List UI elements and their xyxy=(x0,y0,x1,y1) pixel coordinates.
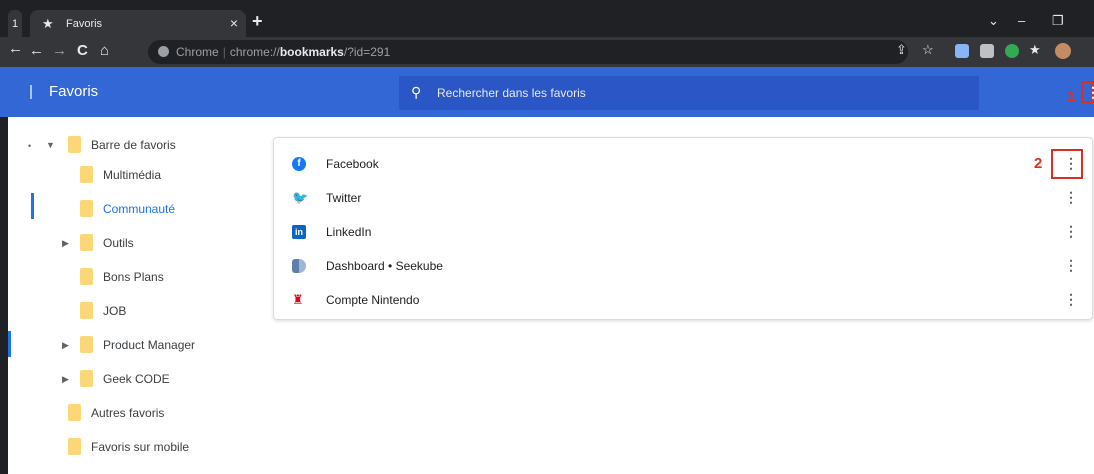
folder-icon xyxy=(68,404,81,421)
restore-button[interactable]: ❐ xyxy=(1052,13,1064,29)
folder-icon xyxy=(68,136,81,153)
bookmark-label: Compte Nintendo xyxy=(326,293,420,307)
bookmarks-header: Favoris ⚲ Rechercher dans les favoris 1 … xyxy=(0,67,1094,117)
puzzle-icon[interactable]: ★ xyxy=(1029,42,1041,58)
back-icon[interactable]: ← xyxy=(29,42,44,59)
tree-item-label: Communauté xyxy=(103,202,176,216)
home-button[interactable]: ⌂ xyxy=(100,42,109,59)
minimize-button[interactable]: – xyxy=(1018,13,1025,28)
search-icon: ⚲ xyxy=(411,84,422,100)
list-item[interactable]: f Facebook 2 ⋮ xyxy=(274,147,1094,181)
more-vert-icon[interactable]: ⋮ xyxy=(1064,291,1078,308)
bookmark-label: LinkedIn xyxy=(326,225,372,239)
bookmark-label: Twitter xyxy=(326,191,362,205)
more-vert-icon[interactable]: ⋮ xyxy=(1064,257,1078,274)
extension-icon[interactable] xyxy=(955,44,969,58)
folder-icon xyxy=(68,438,81,455)
list-item[interactable]: ♜ Compte Nintendo ⋮ xyxy=(274,283,1094,317)
toolbar: ← ← → C ⌂ Chrome | chrome://bookmarks/?id=… xyxy=(0,37,1094,67)
edge-indicator xyxy=(8,331,11,357)
back-button[interactable]: ← xyxy=(8,40,23,57)
new-tab-button[interactable]: + xyxy=(252,11,263,32)
list-item[interactable]: 🐦 Twitter ⋮ xyxy=(274,181,1094,215)
folder-icon xyxy=(80,234,93,251)
share-icon[interactable]: ⇪ xyxy=(896,42,907,58)
forward-button[interactable]: → xyxy=(52,42,67,59)
url-text: Chrome | chrome://bookmarks/?id=291 xyxy=(176,45,391,59)
extension-icon[interactable] xyxy=(1005,44,1019,58)
bookmarks-content: • ▼ Barre de favoris Multimédia Communau… xyxy=(0,117,1094,474)
chevron-right-icon[interactable]: ▶ xyxy=(62,238,69,249)
tab-strip: 1 ★ Favoris × + ⌄ – ❐ xyxy=(0,7,1094,39)
list-item[interactable]: in LinkedIn ⋮ xyxy=(274,215,1094,249)
left-edge xyxy=(0,117,8,474)
linkedin-icon: in xyxy=(292,225,306,239)
tree-item-label: Favoris sur mobile xyxy=(91,440,190,454)
more-vert-icon: ⋮ xyxy=(1086,84,1094,100)
tree-item-label: Barre de favoris xyxy=(91,138,176,152)
search-input[interactable]: ⚲ Rechercher dans les favoris xyxy=(399,76,979,110)
facebook-icon: f xyxy=(292,157,306,171)
bookmark-star-icon[interactable]: ☆ xyxy=(922,42,934,58)
seekube-icon xyxy=(292,259,306,273)
folder-icon xyxy=(80,336,93,353)
folder-icon xyxy=(80,268,93,285)
tree-item-label: Autres favoris xyxy=(91,406,165,420)
tab-favoris[interactable]: ★ Favoris × xyxy=(30,10,246,39)
more-vert-icon[interactable]: ⋮ xyxy=(1064,155,1078,172)
bookmark-list: f Facebook 2 ⋮ 🐦 Twitter ⋮ in LinkedIn ⋮… xyxy=(273,137,1093,320)
chevron-right-icon[interactable]: ▶ xyxy=(62,340,69,351)
selection-indicator xyxy=(31,193,34,219)
folder-icon xyxy=(80,200,93,217)
avatar[interactable] xyxy=(1055,43,1071,59)
tree-item-label: Outils xyxy=(103,236,134,250)
annotation-number-1: 1 xyxy=(1067,88,1076,105)
chevron-right-icon[interactable]: ▶ xyxy=(62,374,69,385)
tree-item-label: JOB xyxy=(103,304,127,318)
bookmark-label: Facebook xyxy=(326,157,379,171)
page-title: Favoris xyxy=(49,83,99,100)
twitter-icon: 🐦 xyxy=(292,190,309,205)
tree-item-label: Multimédia xyxy=(103,168,162,182)
tree-item-label: Geek CODE xyxy=(103,372,170,386)
chrome-site-icon xyxy=(158,46,169,57)
close-tab-button[interactable]: × xyxy=(230,15,238,31)
pinned-tab[interactable]: 1 xyxy=(8,10,22,39)
browser-window: 1 ★ Favoris × + ⌄ – ❐ ← ← → C ⌂ Chrome | c… xyxy=(0,0,1094,474)
folder-icon xyxy=(80,166,93,183)
folder-icon xyxy=(80,302,93,319)
list-item[interactable]: Dashboard • Seekube ⋮ xyxy=(274,249,1094,283)
search-placeholder: Rechercher dans les favoris xyxy=(437,86,586,100)
tab-search-icon[interactable]: ⌄ xyxy=(988,13,999,29)
tree-item-label: Bons Plans xyxy=(103,270,164,284)
extension-icon[interactable] xyxy=(980,44,994,58)
star-icon: ★ xyxy=(42,16,54,31)
organize-menu-button[interactable]: ⋮ xyxy=(1081,81,1094,103)
bookmark-label: Dashboard • Seekube xyxy=(326,259,443,273)
more-vert-icon[interactable]: ⋮ xyxy=(1064,189,1078,206)
menu-icon[interactable] xyxy=(30,85,32,99)
annotation-number-2: 2 xyxy=(1034,155,1043,172)
folder-icon xyxy=(80,370,93,387)
nintendo-icon: ♜ xyxy=(292,292,304,307)
caret-icon[interactable]: • xyxy=(28,141,31,151)
more-vert-icon[interactable]: ⋮ xyxy=(1064,223,1078,240)
address-bar[interactable]: Chrome | chrome://bookmarks/?id=291 xyxy=(148,40,908,64)
chevron-down-icon[interactable]: ▼ xyxy=(46,140,55,150)
tab-title: Favoris xyxy=(66,18,103,30)
reload-button[interactable]: C xyxy=(77,42,88,59)
tree-item-label: Product Manager xyxy=(103,338,196,352)
